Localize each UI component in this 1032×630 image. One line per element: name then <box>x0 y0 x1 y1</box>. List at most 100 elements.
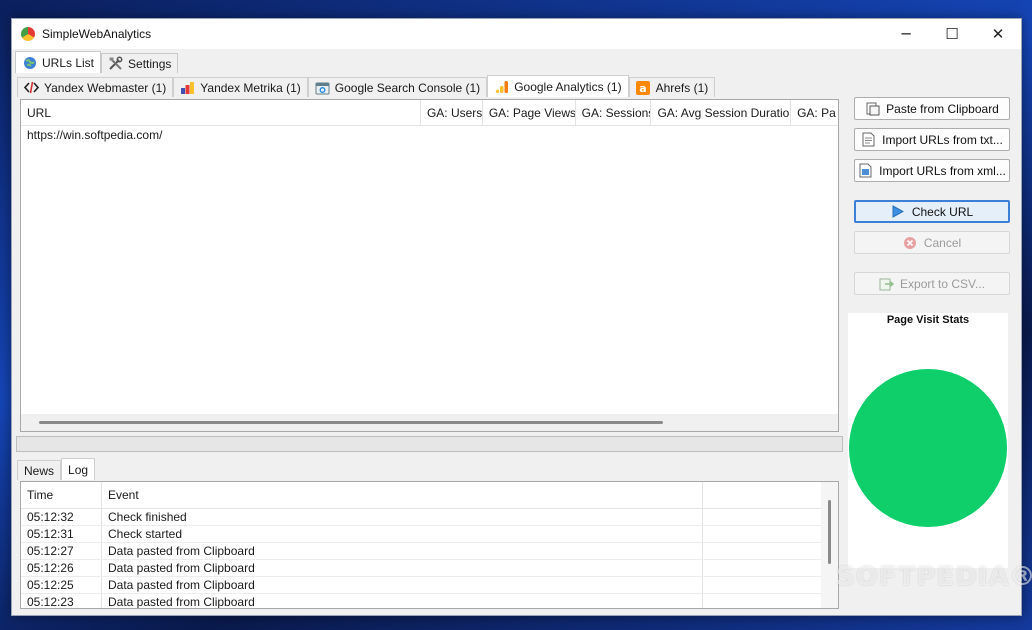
minimize-button[interactable]: ─ <box>883 19 929 49</box>
column-header-empty[interactable] <box>703 482 822 508</box>
ahrefs-icon: a <box>636 80 651 95</box>
log-event: Check started <box>102 526 703 542</box>
log-table: Time Event 05:12:32 Check finished 05:12… <box>20 481 839 609</box>
bottom-tabs: News Log <box>17 458 96 480</box>
log-time: 05:12:32 <box>21 509 102 525</box>
log-row[interactable]: 05:12:25 Data pasted from Clipboard <box>21 577 838 594</box>
export-csv-button[interactable]: Export to CSV... <box>854 272 1010 295</box>
export-icon <box>879 276 895 291</box>
column-header-ga-pa[interactable]: GA: Pa <box>791 100 838 126</box>
tab-google-search-console-label: Google Search Console (1) <box>334 80 481 95</box>
tab-log[interactable]: Log <box>61 458 96 480</box>
tab-google-search-console[interactable]: Google Search Console (1) <box>307 77 488 97</box>
column-header-ga-avg-session-duration[interactable]: GA: Avg Session Duration <box>651 100 792 126</box>
tab-settings-label: Settings <box>128 56 172 71</box>
log-row[interactable]: 05:12:23 Data pasted from Clipboard <box>21 594 838 608</box>
log-extra <box>703 560 822 576</box>
maximize-button[interactable]: ☐ <box>929 19 975 49</box>
main-tabs: URLs List Settings <box>15 51 179 73</box>
log-row[interactable]: 05:12:31 Check started <box>21 526 838 543</box>
tab-ahrefs-label: Ahrefs (1) <box>655 80 709 95</box>
check-url-label: Check URL <box>911 204 974 219</box>
import-txt-label: Import URLs from txt... <box>882 132 1003 147</box>
url-cell: https://win.softpedia.com/ <box>27 128 163 142</box>
page-visit-stats-chart: Page Visit Stats <box>848 313 1008 568</box>
url-table: URL GA: Users GA: Page Views GA: Session… <box>20 99 839 432</box>
tab-settings[interactable]: Settings <box>101 53 179 73</box>
tab-yandex-webmaster[interactable]: Yandex Webmaster (1) <box>17 77 174 97</box>
cancel-icon <box>903 235 918 250</box>
scrollbar-thumb[interactable] <box>39 421 663 424</box>
softpedia-watermark: SOFTPEDIA® <box>836 562 1032 592</box>
import-txt-button[interactable]: Import URLs from txt... <box>854 128 1010 151</box>
horizontal-scrollbar[interactable] <box>21 414 838 431</box>
log-row[interactable]: 05:12:26 Data pasted from Clipboard <box>21 560 838 577</box>
log-time: 05:12:27 <box>21 543 102 559</box>
bar-chart-icon <box>180 80 195 95</box>
log-table-header: Time Event <box>21 482 838 509</box>
log-extra <box>703 526 822 542</box>
progress-bar <box>16 436 843 452</box>
text-file-icon <box>861 132 876 147</box>
tools-icon <box>108 56 123 71</box>
column-header-ga-page-views[interactable]: GA: Page Views <box>483 100 576 126</box>
window-title: SimpleWebAnalytics <box>42 27 152 41</box>
log-time: 05:12:26 <box>21 560 102 576</box>
column-header-time[interactable]: Time <box>21 482 102 508</box>
log-event: Data pasted from Clipboard <box>102 594 703 608</box>
console-icon <box>315 80 330 95</box>
log-extra <box>703 543 822 559</box>
tab-news[interactable]: News <box>17 460 62 480</box>
paste-icon <box>865 101 880 116</box>
log-event: Data pasted from Clipboard <box>102 543 703 559</box>
tab-urls-list[interactable]: URLs List <box>15 51 102 73</box>
app-window: SimpleWebAnalytics ─ ☐ ✕ URLs List Setti… <box>11 18 1022 616</box>
log-event: Data pasted from Clipboard <box>102 577 703 593</box>
paste-label: Paste from Clipboard <box>886 101 999 116</box>
column-header-ga-sessions[interactable]: GA: Sessions <box>576 100 652 126</box>
log-extra <box>703 509 822 525</box>
title-bar: SimpleWebAnalytics ─ ☐ ✕ <box>12 19 1021 49</box>
paste-from-clipboard-button[interactable]: Paste from Clipboard <box>854 97 1010 120</box>
analytics-icon <box>494 79 509 94</box>
log-extra <box>703 577 822 593</box>
log-extra <box>703 594 822 608</box>
column-header-event[interactable]: Event <box>102 482 703 508</box>
log-row[interactable]: 05:12:27 Data pasted from Clipboard <box>21 543 838 560</box>
service-tabs: Yandex Webmaster (1) Yandex Metrika (1) … <box>17 75 716 97</box>
log-time: 05:12:31 <box>21 526 102 542</box>
export-label: Export to CSV... <box>900 276 985 291</box>
cancel-label: Cancel <box>923 235 962 250</box>
column-header-ga-users[interactable]: GA: Users <box>421 100 483 126</box>
log-row[interactable]: 05:12:32 Check finished <box>21 509 838 526</box>
xml-file-icon <box>858 163 873 178</box>
log-time: 05:12:25 <box>21 577 102 593</box>
log-time: 05:12:23 <box>21 594 102 608</box>
cancel-button[interactable]: Cancel <box>854 231 1010 254</box>
tab-ahrefs[interactable]: a Ahrefs (1) <box>628 77 716 97</box>
globe-icon <box>22 55 37 70</box>
column-header-url[interactable]: URL <box>21 100 421 126</box>
window-controls: ─ ☐ ✕ <box>883 19 1021 49</box>
tab-google-analytics[interactable]: Google Analytics (1) <box>487 75 629 97</box>
url-table-header: URL GA: Users GA: Page Views GA: Session… <box>21 100 838 126</box>
scrollbar-thumb[interactable] <box>828 500 831 564</box>
tab-yandex-metrika-label: Yandex Metrika (1) <box>200 80 301 95</box>
log-event: Data pasted from Clipboard <box>102 560 703 576</box>
app-logo-icon <box>21 27 35 41</box>
log-event: Check finished <box>102 509 703 525</box>
chart-title: Page Visit Stats <box>886 314 970 326</box>
play-icon <box>891 204 906 219</box>
tab-urls-list-label: URLs List <box>42 55 95 70</box>
import-xml-button[interactable]: Import URLs from xml... <box>854 159 1010 182</box>
code-icon <box>24 80 39 95</box>
tab-google-analytics-label: Google Analytics (1) <box>514 79 622 94</box>
check-url-button[interactable]: Check URL <box>854 200 1010 223</box>
close-button[interactable]: ✕ <box>975 19 1021 49</box>
svg-text:a: a <box>639 82 646 95</box>
table-row[interactable]: https://win.softpedia.com/ <box>21 126 838 144</box>
tab-yandex-metrika[interactable]: Yandex Metrika (1) <box>173 77 308 97</box>
tab-yandex-webmaster-label: Yandex Webmaster (1) <box>44 80 167 95</box>
import-xml-label: Import URLs from xml... <box>879 163 1006 178</box>
pie-slice <box>849 369 1007 527</box>
